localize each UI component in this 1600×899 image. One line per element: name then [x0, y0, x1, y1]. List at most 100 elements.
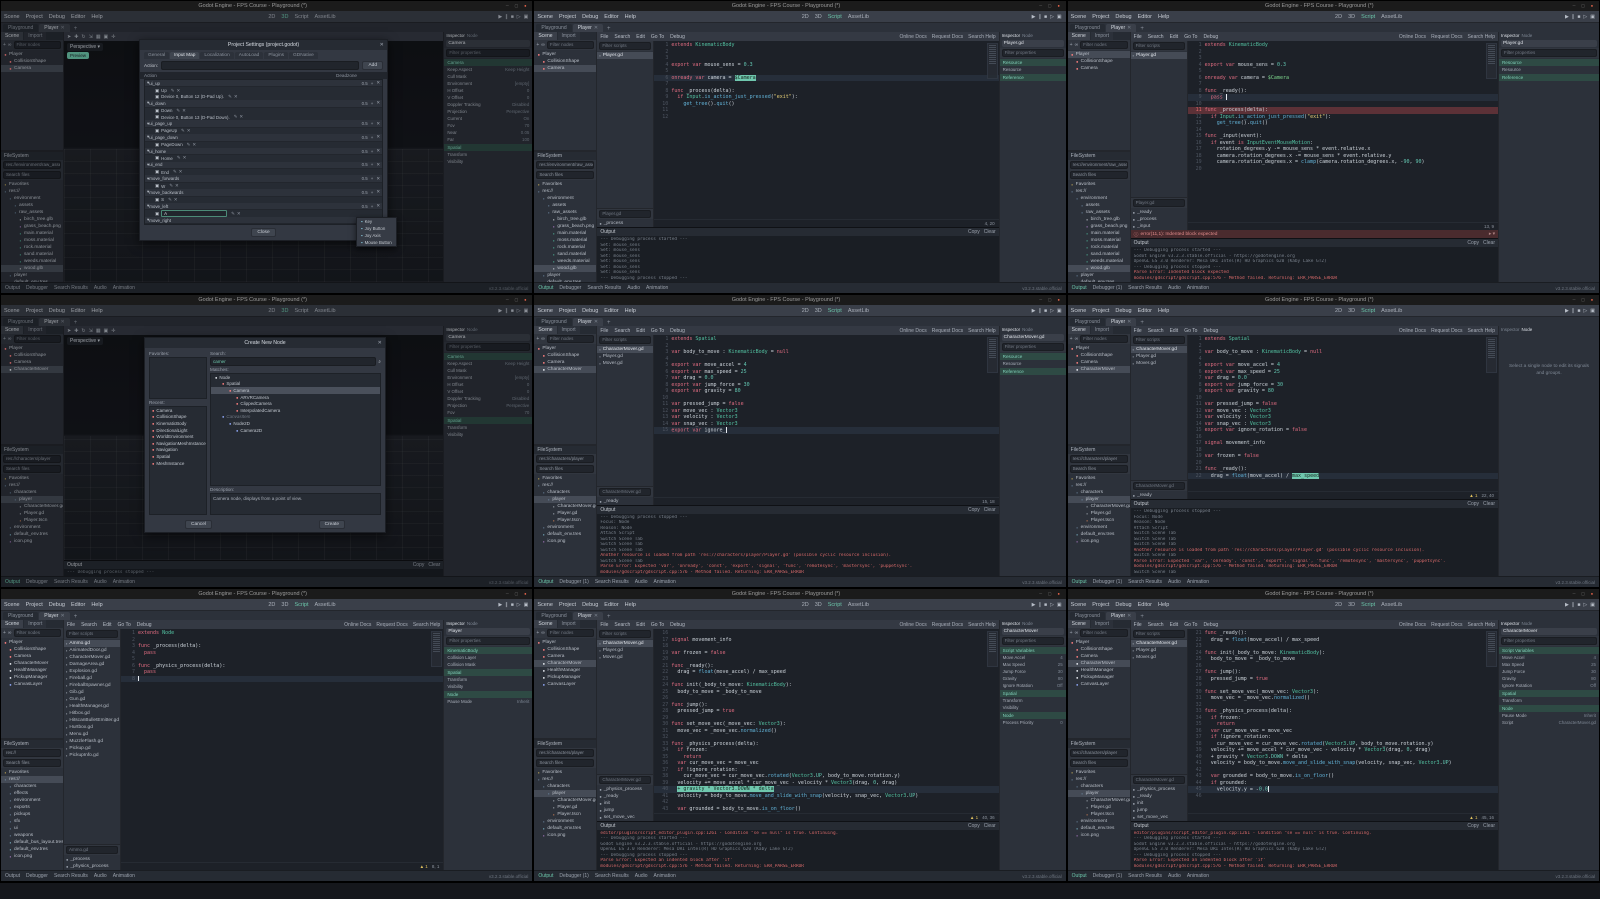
filesystem-item[interactable]: ▪weapons — [1, 832, 63, 839]
inspector-section[interactable]: Resource — [1499, 59, 1599, 66]
filesystem-item[interactable]: ▪Player.gd — [534, 804, 596, 811]
bottom-tab-output[interactable]: Output — [1072, 579, 1087, 585]
popup-item-mouse-button[interactable]: ▪Mouse Button — [357, 239, 396, 246]
recent-item[interactable]: ●NavigationMeshInstance — [150, 440, 206, 447]
stop-icon[interactable]: ■ — [1044, 602, 1047, 608]
filter-scripts-input[interactable]: Filter scripts — [66, 630, 118, 638]
play-scene-icon[interactable]: ▷ — [1050, 602, 1054, 608]
inspector-property-row[interactable]: Resource — [1000, 66, 1066, 73]
close-tab-icon[interactable]: ✕ — [594, 613, 598, 619]
dock-tab-node[interactable]: Node — [1022, 327, 1033, 332]
filesystem-item[interactable]: ▪Player.tscn — [534, 811, 596, 818]
inspector-section[interactable]: Script Variables — [1000, 647, 1066, 654]
delete-event-icon[interactable]: ✕ — [239, 114, 243, 120]
menu-project[interactable]: Project — [556, 14, 579, 20]
inspector-property-row[interactable]: Ignore RotationOff — [1000, 682, 1066, 689]
menu-debug[interactable]: Debug — [1112, 14, 1134, 20]
stop-icon[interactable]: ■ — [511, 602, 514, 608]
stop-icon[interactable]: ■ — [1577, 14, 1580, 20]
input-action-row[interactable]: ▾ui_up0.5+✕ — [145, 80, 382, 87]
dialog-close-icon[interactable]: ✕ — [378, 340, 382, 346]
deadzone-value[interactable]: 0.5 — [362, 135, 368, 140]
code-area[interactable]: 1extends KinematicBody234export var mous… — [1188, 41, 1498, 222]
filesystem-path[interactable]: res://characters/player — [1070, 749, 1128, 757]
add-event-icon[interactable]: + — [371, 81, 374, 86]
movie-icon[interactable]: ▣ — [1590, 14, 1595, 20]
script-menu-debug[interactable]: Debug — [1200, 34, 1221, 40]
pause-icon[interactable]: ∥ — [1572, 308, 1575, 314]
workspace-tab-3d[interactable]: 3D — [1348, 14, 1355, 20]
menu-project[interactable]: Project — [23, 602, 46, 608]
member-item[interactable]: ●_physics_process — [1131, 786, 1187, 793]
scene-tree-node[interactable]: ●HealthManager — [1068, 667, 1130, 674]
filter-properties-input[interactable]: Filter properties — [446, 637, 530, 645]
workspace-tab-assetlib[interactable]: AssetLib — [848, 308, 869, 314]
inspector-section[interactable]: Resource — [1000, 59, 1066, 66]
member-item[interactable]: ●_ready — [597, 498, 653, 505]
bottom-tab-output[interactable]: Output — [5, 873, 20, 879]
filesystem-item[interactable]: ▪characters — [1068, 489, 1130, 496]
filesystem-item[interactable]: ▪environment — [1068, 818, 1130, 825]
workspace-tab-script[interactable]: Script — [1361, 602, 1375, 608]
filesystem-item[interactable]: ▪CharacterMover.gd — [1068, 503, 1130, 510]
minimize-button[interactable]: ─ — [1038, 297, 1044, 303]
delete-event-icon[interactable]: ✕ — [234, 94, 238, 100]
deadzone-value[interactable]: 0.5 — [362, 204, 368, 209]
maximize-button[interactable]: ▢ — [1047, 3, 1053, 9]
clear-button[interactable]: Clear — [1483, 823, 1495, 829]
code-area[interactable]: 1extends Node23func _process(delta):4 pa… — [121, 629, 443, 862]
inspector-property-row[interactable]: Transform — [1499, 697, 1599, 704]
bottom-tab-animation[interactable]: Animation — [654, 873, 676, 879]
script-menu-go-to[interactable]: Go To — [648, 328, 667, 334]
maximize-button[interactable]: ▢ — [513, 297, 519, 303]
filter-properties-input[interactable]: Filter properties — [1002, 343, 1064, 351]
doc-button-search-help[interactable]: Search Help — [1467, 328, 1495, 334]
scene-tree-node[interactable]: ●HealthManager — [1, 667, 63, 674]
scene-tree-node[interactable]: ●CharacterMover — [1068, 366, 1130, 373]
dock-tab-import[interactable]: Import — [558, 620, 580, 628]
script-list-item[interactable]: ▪Gib.gd — [64, 689, 120, 696]
inspector-property-row[interactable]: Resource — [1499, 66, 1599, 73]
bottom-tab-audio[interactable]: Audio — [635, 579, 648, 585]
settings-tab-autoload[interactable]: AutoLoad — [235, 52, 264, 59]
workspace-tab-2d[interactable]: 2D — [268, 602, 275, 608]
code-area[interactable]: 1extends Spatial23var body_to_move : Kin… — [1188, 335, 1498, 491]
member-item[interactable]: ●set_move_vec — [1131, 814, 1187, 821]
settings-tab-gdnative[interactable]: GDNative — [289, 52, 318, 59]
script-list-item[interactable]: ▪MuzzleFlash.gd — [64, 738, 120, 745]
dock-tab-node[interactable]: Node — [1522, 621, 1533, 626]
script-menu-search[interactable]: Search — [78, 622, 100, 628]
search-files-input[interactable]: Search files — [536, 465, 594, 473]
filter-nodes-input[interactable]: Filter nodes — [547, 41, 595, 49]
deadzone-value[interactable]: 0.5 — [362, 162, 368, 167]
filesystem-item[interactable]: ▪icon.png — [1068, 832, 1130, 839]
workspace-tab-assetlib[interactable]: AssetLib — [1381, 14, 1402, 20]
bottom-tab-animation[interactable]: Animation — [654, 579, 676, 585]
scene-tree-node[interactable]: ●Player — [534, 345, 596, 352]
window-titlebar[interactable]: Godot Engine - FPS Course - Playground (… — [1, 295, 532, 305]
match-tree-item[interactable]: ●CanvasItem — [211, 414, 380, 421]
minimize-button[interactable]: ─ — [504, 297, 510, 303]
menu-scene[interactable]: Scene — [534, 308, 556, 314]
edit-event-icon[interactable]: ✎ — [228, 94, 232, 100]
filesystem-item[interactable]: ▪player — [534, 496, 596, 503]
settings-tab-general[interactable]: General — [144, 52, 169, 59]
dock-tab-import[interactable]: Import — [24, 620, 46, 628]
script-menu-debug[interactable]: Debug — [1200, 622, 1221, 628]
dock-tab-import[interactable]: Import — [558, 326, 580, 334]
filesystem-item[interactable]: ▪environment — [534, 195, 596, 202]
filesystem-item[interactable]: ▪player — [1068, 496, 1130, 503]
delete-event-icon[interactable]: ✕ — [192, 142, 196, 148]
maximize-button[interactable]: ▢ — [513, 3, 519, 9]
filesystem-item[interactable]: ▪assets — [534, 202, 596, 209]
code-area[interactable]: 21func _ready():22 drag = float(move_acc… — [1188, 629, 1498, 813]
filter-nodes-input[interactable]: Filter nodes — [547, 335, 595, 343]
workspace-tab-assetlib[interactable]: AssetLib — [1381, 602, 1402, 608]
dock-tab-node[interactable]: Node — [1522, 327, 1533, 332]
action-name-input[interactable] — [161, 61, 359, 70]
script-menu-go-to[interactable]: Go To — [648, 34, 667, 40]
inspector-section[interactable]: Node — [1000, 712, 1066, 719]
instance-scene-icon[interactable]: ∞ — [8, 630, 12, 636]
inspector-property-row[interactable]: Jump Force30 — [1499, 668, 1599, 675]
doc-button-online-docs[interactable]: Online Docs — [900, 328, 927, 334]
